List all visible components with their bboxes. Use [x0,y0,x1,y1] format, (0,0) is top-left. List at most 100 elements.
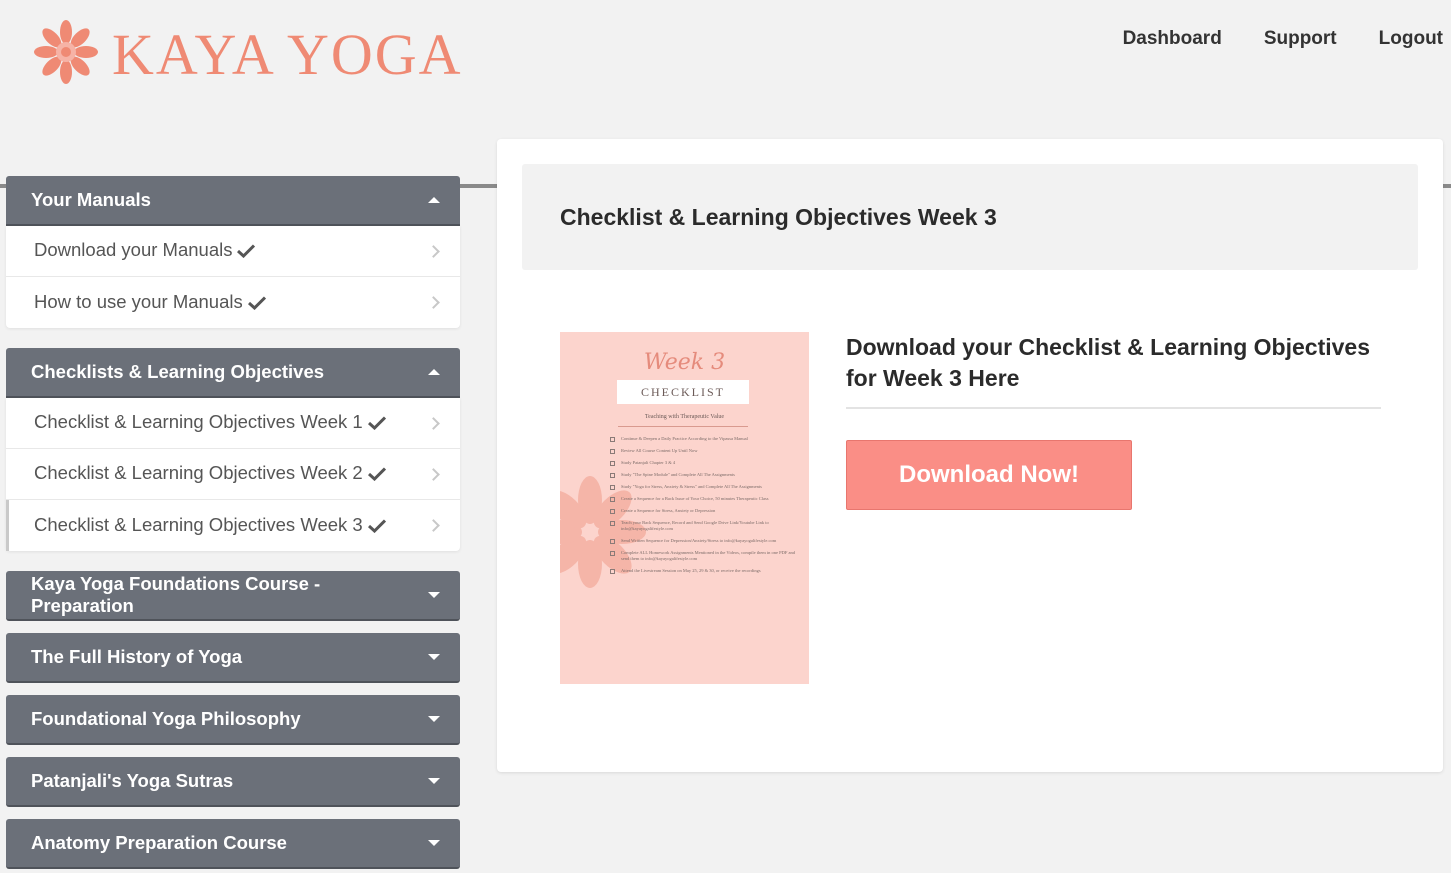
caret-down-icon [428,716,440,722]
caret-down-icon [428,778,440,784]
section-title: Anatomy Preparation Course [31,832,287,853]
thumbnail-checklist-item: Teach your Back Sequence, Record and Sen… [610,520,800,532]
checkbox-icon [610,461,615,466]
thumbnail-checklist-item: Study "Yoga for Stress, Anxiety & Stress… [610,484,800,490]
chevron-right-icon [427,519,440,532]
thumbnail-checklist-item: Create a Sequence for Stress, Anxiety or… [610,508,800,514]
thumbnail-checklist-text: Teach your Back Sequence, Record and Sen… [621,520,769,531]
nav-support-link[interactable]: Support [1264,28,1337,50]
thumbnail-checklist-item: Study "The Spine Module" and Complete Al… [610,472,800,478]
section-items: Checklist & Learning Objectives Week 1 C… [6,398,460,551]
section-title: Foundational Yoga Philosophy [31,708,301,729]
thumbnail-checklist-text: Study Patanjali Chapter 3 & 4 [621,460,676,465]
section-your-manuals: Your Manuals Download your Manuals How t… [6,176,460,328]
section-header-history-of-yoga[interactable]: The Full History of Yoga [6,633,460,683]
sidebar-item-label: Checklist & Learning Objectives Week 3 [34,513,363,535]
sidebar-item-how-to-use-manuals[interactable]: How to use your Manuals [6,277,460,328]
top-navigation: Dashboard Support Logout [1123,28,1443,50]
section-header-foundations-preparation[interactable]: Kaya Yoga Foundations Course - Preparati… [6,571,460,621]
checklist-thumbnail[interactable]: Week 3 CHECKLIST Teaching with Therapeut… [560,332,809,684]
page-title: Checklist & Learning Objectives Week 3 [560,203,997,230]
sidebar-item-checklist-week-3[interactable]: Checklist & Learning Objectives Week 3 [6,500,460,551]
thumbnail-checklist-text: Send Written Sequence for Depression/Anx… [621,538,777,543]
thumbnail-checklist-item: Study Patanjali Chapter 3 & 4 [610,460,800,466]
sidebar-item-label: Checklist & Learning Objectives Week 1 [34,411,363,432]
thumbnail-checklist-text: Create a Sequence for Stress, Anxiety or… [621,508,716,513]
download-now-button[interactable]: Download Now! [846,440,1132,510]
section-header-your-manuals[interactable]: Your Manuals [6,176,460,226]
course-sidebar: Your Manuals Download your Manuals How t… [6,176,460,869]
download-heading: Download your Checklist & Learning Objec… [846,334,1371,391]
section-checklists: Checklists & Learning Objectives Checkli… [6,348,460,551]
thumbnail-checklist-text: Study "The Spine Module" and Complete Al… [621,472,735,477]
lotus-mandala-icon [32,18,100,91]
section-yoga-philosophy: Foundational Yoga Philosophy [6,695,460,745]
thumbnail-label: CHECKLIST [617,380,749,404]
thumbnail-checklist-item: Send Written Sequence for Depression/Anx… [610,538,800,544]
thumbnail-checklist-item: Create a Sequence for a Back Issue of Yo… [610,496,800,502]
section-foundations-preparation: Kaya Yoga Foundations Course - Preparati… [6,571,460,621]
chevron-right-icon [427,416,440,430]
brand-name: KAYA YOGA [112,21,463,87]
section-header-anatomy-preparation[interactable]: Anatomy Preparation Course [6,819,460,869]
checkbox-icon [610,521,615,526]
section-title: Checklists & Learning Objectives [31,361,325,382]
caret-down-icon [428,654,440,660]
nav-dashboard-link[interactable]: Dashboard [1123,28,1222,50]
section-history-of-yoga: The Full History of Yoga [6,633,460,683]
caret-down-icon [428,840,440,846]
brand-logo[interactable]: KAYA YOGA [32,18,462,91]
section-yoga-sutras: Patanjali's Yoga Sutras [6,757,460,807]
thumbnail-checklist-item: Review All Course Content Up Until Now [610,448,800,454]
section-anatomy-preparation: Anatomy Preparation Course [6,819,460,869]
section-title: The Full History of Yoga [31,646,243,667]
thumbnail-subtitle: Teaching with Therapeutic Value [644,414,725,420]
checkmark-icon [247,293,266,315]
thumbnail-checklist-item: Complete ALL Homework Assignments Mentio… [610,550,800,562]
thumbnail-checklist-text: Study "Yoga for Stress, Anxiety & Stress… [621,484,762,489]
sidebar-item-label: How to use your Manuals [34,290,243,312]
thumbnail-checklist-text: Create a Sequence for a Back Issue of Yo… [621,496,769,501]
nav-logout-link[interactable]: Logout [1379,28,1443,50]
sidebar-item-checklist-week-1[interactable]: Checklist & Learning Objectives Week 1 [6,398,460,449]
section-items: Download your Manuals How to use your Ma… [6,226,460,328]
checkbox-icon [610,437,615,442]
thumbnail-checklist-text: Review All Course Content Up Until Now [621,448,698,453]
thumbnail-checklist: Continue & Deepen a Daily Practice Accor… [610,436,800,580]
sidebar-item-checklist-week-2[interactable]: Checklist & Learning Objectives Week 2 [6,449,460,500]
thumbnail-checklist-item: Attend the Livestream Session on May 25,… [610,568,800,574]
lesson-panel: Checklist & Learning Objectives Week 3 W… [497,139,1443,772]
download-divider [846,407,1381,409]
checkbox-icon [610,539,615,544]
caret-down-icon [428,592,440,598]
sidebar-item-label: Checklist & Learning Objectives Week 2 [34,462,363,483]
checkmark-icon [367,464,386,486]
checkbox-icon [610,569,615,574]
sidebar-item-label: Download your Manuals [34,239,233,260]
section-title: Your Manuals [31,189,151,210]
section-header-yoga-philosophy[interactable]: Foundational Yoga Philosophy [6,695,460,745]
thumbnail-checklist-text: Complete ALL Homework Assignments Mentio… [621,550,795,561]
checkbox-icon [610,473,615,478]
caret-up-icon [428,197,440,203]
chevron-right-icon [427,244,440,258]
lesson-title-bar: Checklist & Learning Objectives Week 3 [522,164,1418,270]
section-header-checklists[interactable]: Checklists & Learning Objectives [6,348,460,398]
checkmark-icon [237,241,256,263]
sidebar-item-download-manuals[interactable]: Download your Manuals [6,226,460,277]
section-title: Kaya Yoga Foundations Course - Preparati… [31,573,321,616]
thumbnail-checklist-item: Continue & Deepen a Daily Practice Accor… [610,436,800,442]
thumbnail-checklist-text: Attend the Livestream Session on May 25,… [621,568,761,573]
section-header-yoga-sutras[interactable]: Patanjali's Yoga Sutras [6,757,460,807]
checkbox-icon [610,551,615,556]
section-title: Patanjali's Yoga Sutras [31,770,234,791]
checkbox-icon [610,485,615,490]
caret-up-icon [428,369,440,375]
checkbox-icon [610,497,615,502]
thumbnail-divider [618,426,748,427]
checkbox-icon [610,509,615,514]
chevron-right-icon [427,467,440,481]
checkmark-icon [367,413,386,435]
thumbnail-week: Week 3 [643,350,726,375]
checkmark-icon [367,516,386,538]
